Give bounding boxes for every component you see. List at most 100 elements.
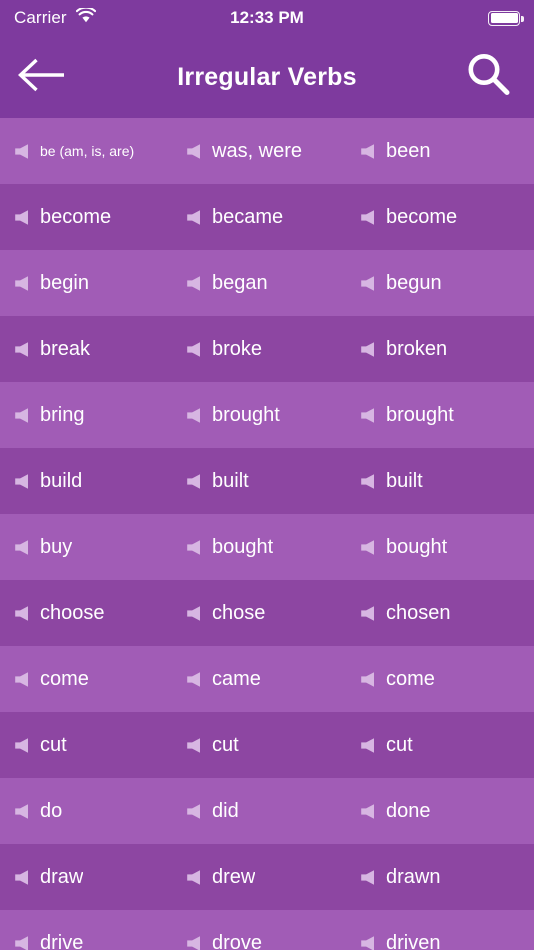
verb-text: begin (40, 271, 89, 294)
speaker-icon[interactable] (186, 341, 201, 358)
verb-cell-past[interactable]: drove (172, 910, 343, 950)
speaker-icon[interactable] (14, 539, 29, 556)
speaker-icon[interactable] (14, 209, 29, 226)
speaker-icon[interactable] (14, 869, 29, 886)
speaker-icon[interactable] (360, 605, 375, 622)
speaker-icon[interactable] (14, 935, 29, 950)
verb-cell-participle[interactable]: driven (343, 910, 534, 950)
verb-cell-base[interactable]: drive (0, 910, 172, 950)
verb-text: driven (386, 931, 441, 950)
verb-text: was, were (212, 139, 303, 162)
verb-cell-base[interactable]: bring (0, 382, 172, 448)
back-button[interactable] (16, 49, 78, 105)
search-icon (463, 49, 515, 106)
speaker-icon[interactable] (360, 275, 375, 292)
speaker-icon[interactable] (186, 473, 201, 490)
verb-cell-participle[interactable]: come (343, 646, 534, 712)
verb-text: draw (40, 865, 84, 888)
speaker-icon[interactable] (360, 143, 375, 160)
verb-cell-participle[interactable]: done (343, 778, 534, 844)
speaker-icon[interactable] (360, 671, 375, 688)
verb-cell-past[interactable]: bought (172, 514, 343, 580)
page-title: Irregular Verbs (177, 62, 357, 91)
verb-cell-past[interactable]: built (172, 448, 343, 514)
verb-text: drove (212, 931, 263, 950)
speaker-icon[interactable] (360, 473, 375, 490)
verb-text: done (386, 799, 431, 822)
verb-cell-base[interactable]: break (0, 316, 172, 382)
verb-cell-participle[interactable]: brought (343, 382, 534, 448)
verb-row: become became become (0, 184, 534, 250)
speaker-icon[interactable] (186, 209, 201, 226)
status-bar-left: Carrier (14, 6, 96, 28)
verb-cell-past[interactable]: was, were (172, 118, 343, 184)
speaker-icon[interactable] (360, 803, 375, 820)
speaker-icon[interactable] (360, 407, 375, 424)
speaker-icon[interactable] (14, 671, 29, 688)
status-bar: Carrier 12:33 PM (0, 0, 534, 36)
verb-cell-base[interactable]: choose (0, 580, 172, 646)
speaker-icon[interactable] (186, 275, 201, 292)
verb-text: broken (386, 337, 448, 360)
speaker-icon[interactable] (186, 737, 201, 754)
verb-text: built (386, 469, 423, 492)
verb-cell-participle[interactable]: drawn (343, 844, 534, 910)
verb-cell-base[interactable]: come (0, 646, 172, 712)
verb-cell-participle[interactable]: broken (343, 316, 534, 382)
battery-fill (490, 13, 518, 23)
verb-cell-base[interactable]: become (0, 184, 172, 250)
verb-cell-participle[interactable]: begun (343, 250, 534, 316)
speaker-icon[interactable] (186, 935, 201, 950)
verb-cell-participle[interactable]: built (343, 448, 534, 514)
battery-full-icon (488, 10, 524, 26)
speaker-icon[interactable] (14, 605, 29, 622)
verb-row: drive drove driven (0, 910, 534, 950)
verb-cell-base[interactable]: begin (0, 250, 172, 316)
verb-list[interactable]: be (am, is, are) was, were been become becam… (0, 118, 534, 950)
verb-cell-past[interactable]: did (172, 778, 343, 844)
verb-cell-past[interactable]: brought (172, 382, 343, 448)
speaker-icon[interactable] (14, 407, 29, 424)
speaker-icon[interactable] (186, 869, 201, 886)
verb-cell-past[interactable]: cut (172, 712, 343, 778)
speaker-icon[interactable] (14, 803, 29, 820)
verb-cell-participle[interactable]: chosen (343, 580, 534, 646)
verb-cell-base[interactable]: cut (0, 712, 172, 778)
speaker-icon[interactable] (186, 407, 201, 424)
speaker-icon[interactable] (360, 737, 375, 754)
verb-cell-past[interactable]: drew (172, 844, 343, 910)
verb-cell-base[interactable]: do (0, 778, 172, 844)
verb-cell-past[interactable]: came (172, 646, 343, 712)
speaker-icon[interactable] (14, 473, 29, 490)
speaker-icon[interactable] (360, 869, 375, 886)
verb-cell-participle[interactable]: bought (343, 514, 534, 580)
speaker-icon[interactable] (360, 935, 375, 950)
speaker-icon[interactable] (186, 143, 201, 160)
verb-cell-past[interactable]: began (172, 250, 343, 316)
speaker-icon[interactable] (14, 143, 29, 160)
verb-cell-base[interactable]: buy (0, 514, 172, 580)
verb-cell-past[interactable]: chose (172, 580, 343, 646)
verb-cell-base[interactable]: draw (0, 844, 172, 910)
speaker-icon[interactable] (360, 209, 375, 226)
speaker-icon[interactable] (186, 539, 201, 556)
speaker-icon[interactable] (360, 341, 375, 358)
verb-cell-base[interactable]: be (am, is, are) (0, 118, 172, 184)
verb-cell-past[interactable]: broke (172, 316, 343, 382)
speaker-icon[interactable] (186, 671, 201, 688)
verb-cell-participle[interactable]: become (343, 184, 534, 250)
speaker-icon[interactable] (186, 803, 201, 820)
speaker-icon[interactable] (360, 539, 375, 556)
verb-row: break broke broken (0, 316, 534, 382)
verb-cell-participle[interactable]: cut (343, 712, 534, 778)
verb-cell-past[interactable]: became (172, 184, 343, 250)
verb-cell-participle[interactable]: been (343, 118, 534, 184)
speaker-icon[interactable] (14, 275, 29, 292)
verb-cell-base[interactable]: build (0, 448, 172, 514)
verb-text: come (386, 667, 435, 690)
speaker-icon[interactable] (14, 341, 29, 358)
verb-text: came (212, 667, 261, 690)
search-button[interactable] (460, 48, 518, 106)
speaker-icon[interactable] (14, 737, 29, 754)
speaker-icon[interactable] (186, 605, 201, 622)
